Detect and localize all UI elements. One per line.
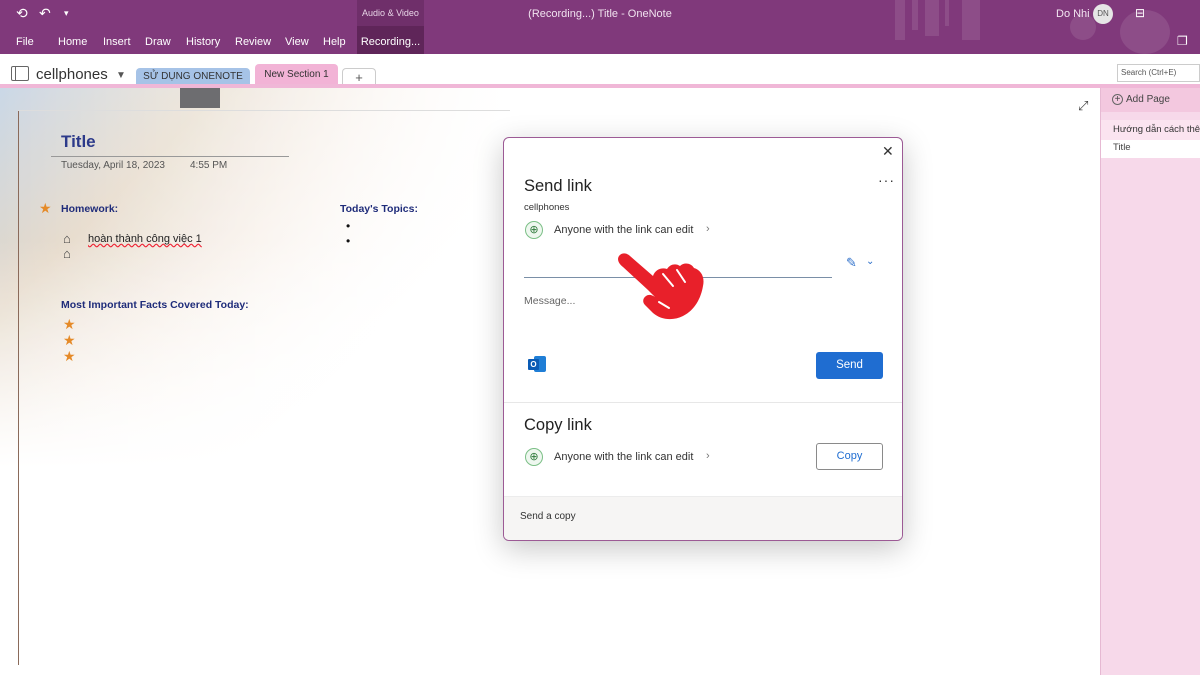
home-icon: ⌂: [63, 246, 71, 261]
copy-link-title: Copy link: [524, 416, 592, 434]
background-image-detail: [180, 88, 220, 108]
star-icon: ★: [63, 332, 76, 348]
restore-window-icon[interactable]: ❐: [1177, 34, 1188, 48]
section-tab-bar: cellphones ▼ SỬ DỤNG ONENOTE New Section…: [0, 54, 1200, 88]
page-time: 4:55 PM: [190, 160, 228, 171]
more-options-icon[interactable]: ···: [878, 172, 895, 188]
copy-link-permission-setting[interactable]: Anyone with the link can edit: [554, 451, 693, 463]
page-list-item[interactable]: Title: [1101, 140, 1200, 158]
chevron-right-icon[interactable]: ›: [706, 223, 710, 235]
outlook-icon[interactable]: O: [528, 356, 546, 372]
globe-icon: ⊕: [525, 448, 543, 466]
tab-file[interactable]: File: [16, 36, 34, 48]
star-icon: ★: [39, 200, 52, 216]
shared-item-name: cellphones: [524, 202, 570, 213]
page-list-item[interactable]: Hướng dẫn cách thê: [1101, 120, 1200, 140]
dialog-footer: Send a copy: [504, 496, 902, 540]
add-page-button[interactable]: + Add Page: [1101, 88, 1200, 112]
globe-icon: ⊕: [525, 221, 543, 239]
avatar[interactable]: DN: [1093, 4, 1113, 24]
tab-home[interactable]: Home: [58, 36, 87, 48]
tab-review[interactable]: Review: [235, 36, 271, 48]
tab-help[interactable]: Help: [323, 36, 346, 48]
star-icon: ★: [63, 348, 76, 364]
tab-draw[interactable]: Draw: [145, 36, 171, 48]
page-top-line: [18, 110, 510, 111]
tab-insert[interactable]: Insert: [103, 36, 131, 48]
dialog-divider: [504, 402, 902, 403]
notebook-name[interactable]: cellphones: [36, 66, 108, 83]
pointing-hand-icon: [618, 253, 704, 320]
ribbon-display-icon[interactable]: ⊟: [1135, 6, 1145, 20]
page-title[interactable]: Title: [61, 132, 96, 152]
search-input[interactable]: Search (Ctrl+E): [1117, 64, 1200, 82]
expand-icon[interactable]: ⤢: [1078, 98, 1088, 114]
page-margin-line: [18, 110, 19, 665]
bullet-point[interactable]: •: [346, 234, 350, 248]
homework-heading[interactable]: Homework:: [61, 203, 118, 215]
send-a-copy-link[interactable]: Send a copy: [520, 511, 576, 522]
star-icon: ★: [63, 316, 76, 332]
copy-button[interactable]: Copy: [816, 443, 883, 470]
title-bar: ⟲ ↶ ▾ Audio & Video (Recording...) Title…: [0, 0, 1200, 54]
page-date: Tuesday, April 18, 2023: [61, 160, 165, 171]
user-name[interactable]: Do Nhi: [1056, 8, 1090, 20]
page-list-pane: + Add Page Hướng dẫn cách thê Title: [1100, 88, 1200, 675]
topics-heading[interactable]: Today's Topics:: [340, 203, 418, 215]
share-dialog: ✕ ··· Send link cellphones ⊕ Anyone with…: [503, 137, 903, 541]
homework-item[interactable]: hoàn thành công việc 1: [88, 233, 202, 245]
chevron-down-icon[interactable]: ▼: [116, 70, 126, 81]
tab-history[interactable]: History: [186, 36, 220, 48]
message-input[interactable]: Message...: [524, 295, 575, 307]
tab-recording[interactable]: Recording...: [357, 26, 424, 54]
close-icon[interactable]: ✕: [882, 143, 894, 160]
notebook-icon[interactable]: [11, 66, 29, 81]
chevron-right-icon[interactable]: ›: [706, 450, 710, 462]
tab-view[interactable]: View: [285, 36, 309, 48]
add-circle-icon: +: [1112, 94, 1123, 105]
chevron-down-icon[interactable]: ⌄: [866, 256, 874, 267]
pencil-icon[interactable]: ✎: [846, 255, 857, 271]
title-underline: [51, 156, 289, 157]
facts-heading[interactable]: Most Important Facts Covered Today:: [61, 299, 249, 311]
send-link-title: Send link: [524, 177, 592, 195]
link-permission-setting[interactable]: Anyone with the link can edit: [554, 224, 693, 236]
window-title: (Recording...) Title - OneNote: [528, 8, 672, 20]
send-button[interactable]: Send: [816, 352, 883, 379]
bullet-point[interactable]: •: [346, 219, 350, 233]
home-icon: ⌂: [63, 231, 71, 246]
